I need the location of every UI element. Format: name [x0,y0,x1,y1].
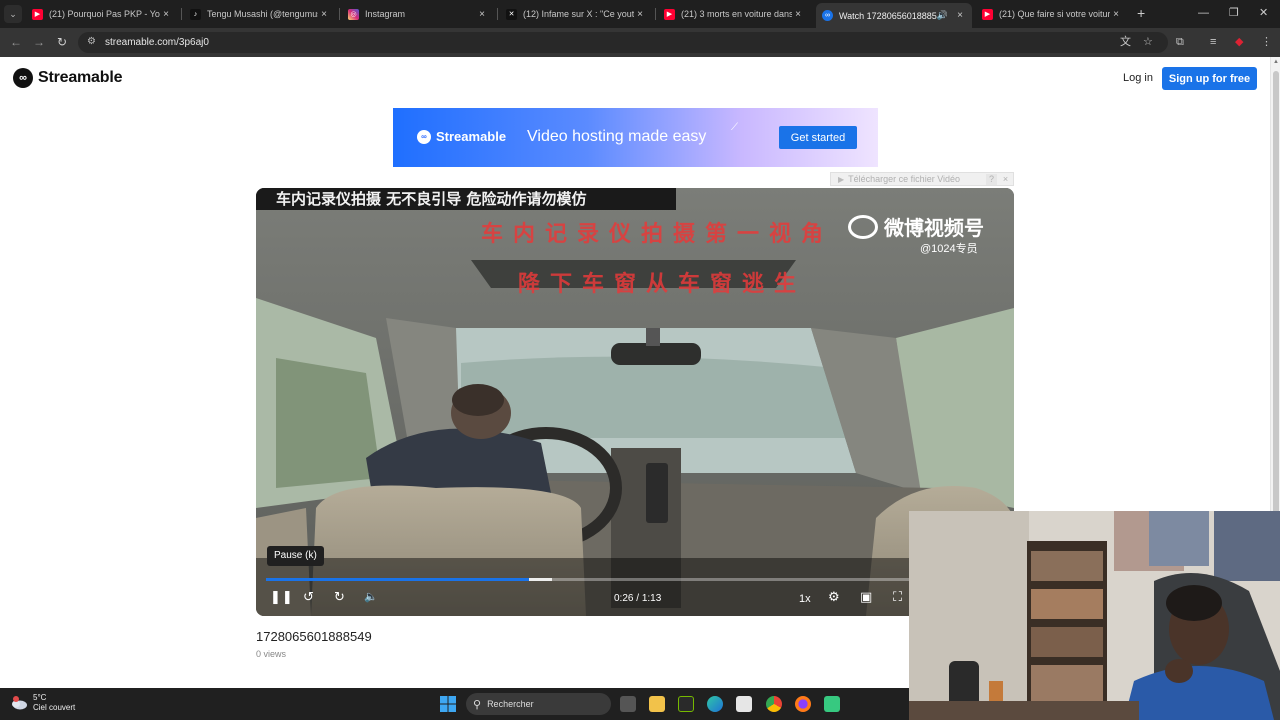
forward-icon[interactable]: → [33,36,45,48]
weibo-logo-icon [848,214,878,239]
tiktok-icon: ♪ [190,8,201,20]
close-icon[interactable]: × [1110,9,1122,20]
tab-instagram[interactable]: ◎ Instagram × [342,4,494,24]
extensions-icon[interactable]: ⧉ [1176,36,1184,48]
view-count: 0 views [256,649,287,659]
pause-button[interactable]: ❚❚ [270,590,294,604]
picture-in-picture-icon[interactable]: ▣ [860,590,872,604]
red-subtitle-line1: 车内记录仪拍摄第一视角 [481,222,834,247]
task-view-icon[interactable] [620,696,636,712]
tab-que-faire[interactable]: ▶ (21) Que faire si votre voiture t × [976,4,1128,24]
streamable-icon: ∞ [822,10,833,21]
close-icon[interactable]: × [954,10,966,21]
close-icon[interactable]: × [318,9,330,20]
watermark-handle: @1024专员 [920,243,978,255]
weibo-watermark: 微博视频号 [848,212,984,241]
login-link[interactable]: Log in [1123,72,1153,84]
restore-icon[interactable]: ❐ [1229,6,1239,20]
fullscreen-icon[interactable]: ⛶ [893,590,902,604]
tab-pourquoi-pas-pkp[interactable]: ▶ (21) Pourquoi Pas PKP - YouTub × [26,4,178,24]
menu-kebab-icon[interactable]: ⋮ [1261,36,1272,48]
bookmark-star-icon[interactable]: ☆ [1143,36,1153,48]
chrome-icon[interactable] [766,696,782,712]
search-icon: ⚲ [473,698,482,711]
rewind-10-icon[interactable]: ↺ [303,590,314,604]
webcam-overlay [909,511,1280,720]
cloud-weather-icon [10,695,28,711]
weather-widget[interactable]: 5°C Ciel couvert [10,693,75,713]
x-icon: ✕ [506,8,517,20]
windows-start-icon[interactable] [440,696,456,712]
help-icon[interactable]: ? [986,173,997,185]
translate-icon[interactable]: 文 [1120,36,1131,48]
streamable-logo-icon: ∞ [13,68,33,88]
close-icon[interactable]: × [1000,174,1011,184]
instagram-icon: ◎ [348,8,359,20]
tab-infame-x[interactable]: ✕ (12) Infame sur X : "Ce youtube × [500,4,652,24]
site-info-icon[interactable]: ⚙ [87,37,96,47]
speaker-icon[interactable]: 🔊 [937,10,948,21]
address-bar[interactable]: ⚙ streamable.com/3p6aj0 [78,32,1168,53]
tab-tengu-musashi[interactable]: ♪ Tengu Musashi (@tengumusash × [184,4,336,24]
playback-speed-button[interactable]: 1x [799,592,811,606]
get-started-button[interactable]: Get started [779,126,857,149]
download-video-bar[interactable]: ▶ Télécharger ce fichier Vidéo ? × [830,172,1014,186]
webcam-frame [909,511,1280,720]
banner-logo: ∞ Streamable [417,129,506,144]
profile-avatar-icon[interactable]: ◆ [1235,36,1243,48]
play-icon: ▶ [838,174,845,184]
settings-gear-icon[interactable]: ⚙ [828,590,840,604]
time-display: 0:26 / 1:13 [614,593,662,604]
video-title: 1728065601888549 [256,629,372,644]
signup-button[interactable]: Sign up for free [1162,67,1257,90]
minimize-icon[interactable]: — [1198,6,1209,20]
close-icon[interactable]: × [634,9,646,20]
windows-taskbar: 5°C Ciel couvert ⚲ Rechercher [0,688,909,720]
close-icon[interactable]: × [476,9,488,20]
video-frame [256,188,1014,616]
volume-icon[interactable]: 🔈 [364,590,378,604]
nvidia-icon[interactable] [678,696,694,712]
youtube-icon: ▶ [664,8,675,20]
microsoft-store-icon[interactable] [736,696,752,712]
streamable-logo[interactable]: ∞ Streamable [13,68,122,88]
banner-tagline: Video hosting made easy [527,128,707,145]
video-caption-overlay: 车内记录仪拍摄 无不良引导 危险动作请勿模仿 [256,188,676,210]
youtube-icon: ▶ [982,8,993,20]
close-icon[interactable]: × [792,9,804,20]
sparkle-icon: ⟋ [731,122,738,133]
streamable-logo-icon: ∞ [417,129,431,144]
ad-banner[interactable]: ∞ Streamable Video hosting made easy ⟋ G… [393,108,878,167]
forward-10-icon[interactable]: ↻ [334,590,345,604]
media-controls-icon[interactable]: ≡ [1210,36,1216,48]
played-bar [266,578,529,581]
tab-search-button[interactable]: ⌄ [4,5,22,23]
youtube-icon: ▶ [32,8,43,20]
new-tab-button[interactable]: + [1137,6,1145,20]
file-explorer-icon[interactable] [649,696,665,712]
browser-toolbar: ← → ↻ ⚙ streamable.com/3p6aj0 文 ☆ ⧉ ≡ ◆ … [0,28,1280,57]
tab-3-morts[interactable]: ▶ (21) 3 morts en voiture dans le × [658,4,810,24]
red-subtitle-line2: 降下车窗从车窗逃生 [518,272,807,297]
firefox-icon[interactable] [795,696,811,712]
reload-icon[interactable]: ↻ [57,36,67,48]
back-icon[interactable]: ← [10,36,22,48]
taskbar-search[interactable]: ⚲ Rechercher [466,693,611,715]
tab-watch-streamable[interactable]: ∞ Watch 1728065601888549 🔊 × [816,3,972,28]
window-close-icon[interactable]: ✕ [1259,6,1268,20]
edge-icon[interactable] [707,696,723,712]
chevron-down-icon: ⌄ [9,9,17,19]
close-icon[interactable]: × [160,9,172,20]
video-player[interactable]: 车内记录仪拍摄 无不良引导 危险动作请勿模仿 车内记录仪拍摄第一视角 降下车窗从… [256,188,1014,616]
browser-tab-bar: ⌄ ▶ (21) Pourquoi Pas PKP - YouTub × ♪ T… [0,0,1280,28]
app-icon[interactable] [824,696,840,712]
seek-bar[interactable] [266,578,1004,581]
pause-tooltip: Pause (k) [267,546,324,566]
